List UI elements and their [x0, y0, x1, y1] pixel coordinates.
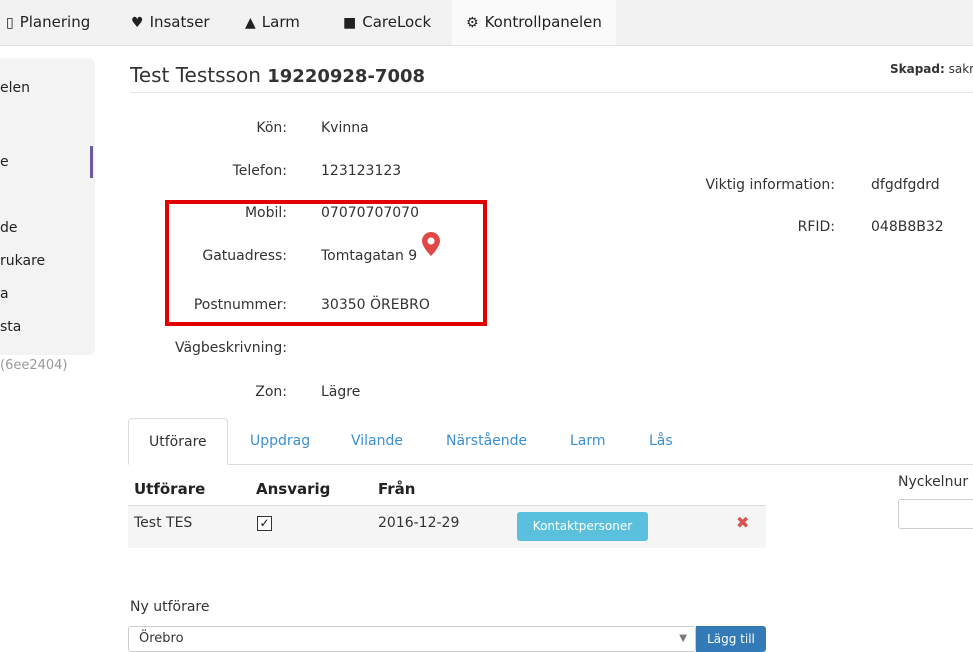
add-performer-button[interactable]: Lägg till — [696, 626, 766, 652]
sidebar — [0, 58, 95, 355]
lock-icon: ■ — [343, 15, 357, 31]
created-label: Skapad: — [890, 62, 945, 76]
column-header-ansvarig: Ansvarig — [256, 480, 331, 498]
nav-insatser[interactable]: ♥ Insatser — [131, 0, 210, 45]
gears-icon: ⚙ — [466, 15, 479, 31]
tab-bar: Utförare Uppdrag Vilande Närstående Larm… — [128, 418, 973, 465]
tab-larm[interactable]: Larm — [570, 418, 606, 464]
nav-carelock-label: CareLock — [362, 13, 432, 31]
important-info-value: dfgdfgdrd — [871, 177, 940, 193]
tab-narstaende[interactable]: Närstående — [446, 418, 527, 464]
contact-persons-button[interactable]: Kontaktpersoner — [517, 512, 648, 541]
nav-larm[interactable]: ▲ Larm — [245, 0, 300, 45]
gender-label: Kön: — [256, 120, 287, 136]
tab-las[interactable]: Lås — [649, 418, 673, 464]
title-divider — [130, 92, 973, 93]
person-ssn: 19220928-7008 — [267, 66, 426, 87]
created-value: sakr — [948, 62, 973, 76]
responsible-checkbox[interactable]: ✓ — [257, 516, 272, 531]
nav-kontrollpanelen-label: Kontrollpanelen — [484, 13, 602, 31]
key-number-label: Nyckelnur — [898, 474, 969, 490]
sidebar-item-0[interactable]: elen — [0, 80, 30, 96]
column-header-fran: Från — [378, 480, 416, 498]
rfid-value: 048B8B32 — [871, 219, 944, 235]
sidebar-item-2[interactable]: de — [0, 220, 18, 236]
sidebar-item-4[interactable]: a — [0, 286, 9, 302]
sidebar-item-1[interactable]: e — [0, 154, 9, 170]
nav-planering-label: Planering — [19, 13, 91, 31]
new-performer-label: Ny utförare — [130, 599, 210, 615]
sidebar-item-3[interactable]: rukare — [0, 253, 45, 269]
calendar-icon: ▯ — [6, 15, 14, 31]
nav-planering[interactable]: ▯ Planering — [6, 0, 90, 45]
phone-label: Telefon: — [232, 163, 287, 179]
zone-label: Zon: — [255, 384, 287, 400]
nav-insatser-label: Insatser — [149, 13, 210, 31]
directions-label: Vägbeskrivning: — [174, 340, 287, 356]
rfid-label: RFID: — [797, 219, 835, 235]
nav-larm-label: Larm — [261, 13, 300, 31]
chevron-down-icon: ▼ — [679, 633, 687, 644]
important-info-label: Viktig information: — [705, 177, 836, 193]
performer-select[interactable]: Örebro ▼ — [128, 626, 696, 652]
row-from-date: 2016-12-29 — [378, 515, 460, 531]
phone-value: 123123123 — [321, 163, 402, 179]
tab-vilande[interactable]: Vilande — [351, 418, 403, 464]
created-info: Skapad: sakr — [890, 62, 973, 76]
version-label: (6ee2404) — [0, 358, 68, 373]
highlight-box — [165, 200, 487, 326]
sidebar-active-indicator — [90, 146, 93, 178]
nav-carelock[interactable]: ■ CareLock — [343, 0, 431, 45]
tab-utforare[interactable]: Utförare — [128, 418, 228, 465]
bell-icon: ▲ — [245, 15, 256, 31]
zone-value: Lägre — [321, 384, 361, 400]
gender-value: Kvinna — [321, 120, 369, 136]
delete-icon[interactable]: ✖ — [736, 513, 749, 532]
performer-select-value: Örebro — [139, 631, 184, 646]
top-navigation: ▯ Planering ♥ Insatser ▲ Larm ■ CareLock ⚙ Ko… — [0, 0, 973, 46]
row-performer: Test TES — [134, 515, 193, 531]
person-name: Test Testsson — [130, 63, 261, 87]
page-title: Test Testsson 19220928-7008 — [130, 63, 425, 87]
key-number-input[interactable] — [898, 499, 973, 529]
sidebar-item-5[interactable]: sta — [0, 319, 21, 335]
tab-uppdrag[interactable]: Uppdrag — [250, 418, 310, 464]
column-header-utforare: Utförare — [134, 480, 206, 498]
nav-kontrollpanelen[interactable]: ⚙ Kontrollpanelen — [452, 0, 616, 45]
heart-icon: ♥ — [131, 15, 144, 31]
